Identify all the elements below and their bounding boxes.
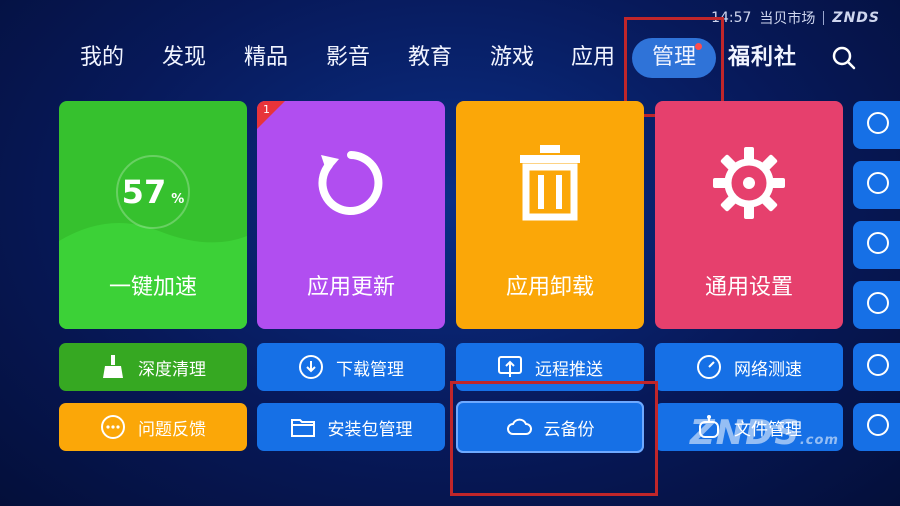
side-tile-icon bbox=[867, 172, 889, 194]
tab-media[interactable]: 影音 bbox=[326, 38, 370, 78]
tab-games[interactable]: 游戏 bbox=[490, 38, 534, 78]
apk-manager-label: 安装包管理 bbox=[327, 419, 413, 440]
card-update-label: 应用更新 bbox=[306, 275, 395, 300]
card-app-update[interactable]: 1 应用更新 bbox=[257, 101, 445, 329]
card-uninstall-label: 应用卸载 bbox=[505, 275, 594, 300]
folder-icon bbox=[290, 419, 315, 437]
tab-discover[interactable]: 发现 bbox=[162, 38, 206, 78]
gauge-icon bbox=[697, 355, 721, 379]
watermark-text: ZNDS bbox=[690, 413, 800, 453]
download-manager-label: 下载管理 bbox=[336, 359, 404, 380]
side-tile-6[interactable] bbox=[853, 403, 900, 451]
watermark: ZNDS.com bbox=[690, 413, 839, 453]
side-tile-icon bbox=[867, 292, 889, 314]
top-nav: 我的 发现 精品 影音 教育 游戏 应用 管理 福利社 bbox=[60, 38, 900, 78]
deep-clean-button[interactable]: 深度清理 bbox=[59, 343, 247, 391]
side-tile-5[interactable] bbox=[853, 343, 900, 391]
side-tile-4[interactable] bbox=[853, 281, 900, 329]
speed-percent-unit: % bbox=[171, 192, 185, 207]
side-tile-icon bbox=[867, 354, 889, 376]
status-bar: 14:57 当贝市场 ZNDS bbox=[711, 8, 880, 28]
tab-mine[interactable]: 我的 bbox=[80, 38, 124, 78]
refresh-icon bbox=[318, 151, 383, 215]
highlight-box-cloud-backup bbox=[450, 381, 658, 496]
card-settings-label: 通用设置 bbox=[704, 275, 793, 300]
speed-meter: 57 % bbox=[59, 173, 247, 211]
divider bbox=[823, 11, 825, 25]
download-manager-button[interactable]: 下载管理 bbox=[257, 343, 445, 391]
update-badge-count: 1 bbox=[263, 103, 270, 116]
trash-icon bbox=[520, 145, 580, 221]
remote-push-label: 远程推送 bbox=[535, 359, 603, 380]
brand-logo: ZNDS bbox=[832, 10, 880, 26]
broom-icon bbox=[103, 355, 123, 378]
tab-education[interactable]: 教育 bbox=[408, 38, 452, 78]
feedback-button[interactable]: 问题反馈 bbox=[59, 403, 247, 451]
side-tile-3[interactable] bbox=[853, 221, 900, 269]
tab-welfare[interactable]: 福利社 bbox=[728, 38, 797, 78]
side-tile-icon bbox=[867, 414, 889, 436]
side-tile-icon bbox=[867, 232, 889, 254]
search-icon[interactable] bbox=[830, 44, 858, 72]
download-icon bbox=[299, 355, 323, 379]
watermark-suffix: .com bbox=[799, 433, 839, 448]
tab-apps[interactable]: 应用 bbox=[571, 38, 615, 78]
deep-clean-label: 深度清理 bbox=[138, 359, 206, 380]
gear-icon bbox=[713, 147, 785, 219]
card-speed-up[interactable]: 57 % 一键加速 bbox=[59, 101, 247, 329]
network-speed-test-label: 网络测速 bbox=[734, 359, 802, 380]
screen-upload-icon bbox=[498, 356, 522, 377]
tab-featured[interactable]: 精品 bbox=[244, 38, 288, 78]
speed-percent: 57 bbox=[121, 173, 167, 211]
store-name: 当贝市场 bbox=[759, 11, 816, 27]
ellipsis-icon bbox=[101, 415, 125, 439]
network-speed-test-button[interactable]: 网络测速 bbox=[655, 343, 843, 391]
feedback-label: 问题反馈 bbox=[138, 419, 206, 440]
update-badge bbox=[257, 101, 285, 129]
side-tile-icon bbox=[867, 112, 889, 134]
card-speed-label: 一键加速 bbox=[108, 275, 197, 300]
apk-manager-button[interactable]: 安装包管理 bbox=[257, 403, 445, 451]
card-app-uninstall[interactable]: 应用卸载 bbox=[456, 101, 644, 329]
card-general-settings[interactable]: 通用设置 bbox=[655, 101, 843, 329]
side-tile-2[interactable] bbox=[853, 161, 900, 209]
side-tile-1[interactable] bbox=[853, 101, 900, 149]
